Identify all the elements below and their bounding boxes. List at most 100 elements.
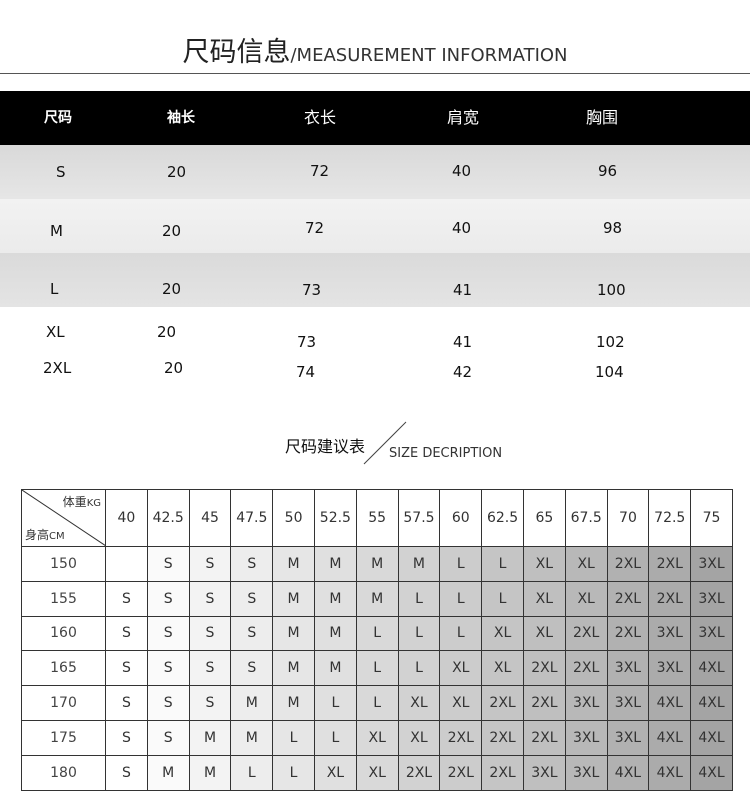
size-cell: 2XL bbox=[439, 719, 483, 756]
size-cell: L bbox=[355, 650, 399, 687]
size-cell: S bbox=[146, 615, 190, 652]
size-cell: S bbox=[105, 580, 148, 617]
subtitle-cn: 尺码建议表 bbox=[285, 437, 366, 456]
size-cell: XL bbox=[522, 615, 566, 652]
cell-length: 73 bbox=[297, 333, 317, 351]
header-shoulder: 肩宽 bbox=[447, 108, 480, 127]
cell-size: S bbox=[56, 163, 66, 181]
height-cell: 150 bbox=[21, 546, 106, 582]
weight-header-cell: 42.5 bbox=[146, 489, 190, 547]
cell-chest: 96 bbox=[598, 162, 618, 180]
height-cell: 170 bbox=[21, 685, 106, 721]
weight-label: 体重KG bbox=[62, 495, 101, 509]
size-cell: 2XL bbox=[564, 615, 608, 652]
weight-header-cell: 45 bbox=[188, 489, 232, 547]
table-row: 150 S S S M M M M L L XL XL 2XL 2XL 3XL bbox=[21, 546, 733, 582]
size-cell: S bbox=[188, 615, 232, 652]
cell-size: M bbox=[50, 222, 63, 240]
cell-sleeve: 20 bbox=[162, 280, 182, 298]
size-cell: M bbox=[355, 546, 399, 582]
table-row: 175 S S M M L L XL XL 2XL 2XL 2XL 3XL 3XL 4XL 4XL bbox=[21, 719, 733, 756]
size-cell: XL bbox=[522, 546, 566, 582]
size-cell: XL bbox=[397, 719, 441, 756]
size-cell: XL bbox=[481, 615, 524, 652]
size-cell: S bbox=[188, 546, 232, 582]
size-cell: S bbox=[146, 546, 190, 582]
header-chest: 胸围 bbox=[586, 108, 619, 127]
size-cell: 3XL bbox=[564, 754, 608, 791]
title-en: /MEASUREMENT INFORMATION bbox=[290, 45, 568, 66]
size-cell: 2XL bbox=[397, 754, 441, 791]
size-cell: L bbox=[397, 615, 441, 652]
size-cell: 2XL bbox=[522, 685, 566, 721]
cell-size: XL bbox=[46, 323, 65, 341]
height-label: 身高CM bbox=[25, 528, 65, 542]
size-cell: M bbox=[188, 719, 232, 756]
size-cell: L bbox=[355, 685, 399, 721]
table-row: 180 S M M L L XL XL 2XL 2XL 2XL 3XL 3XL 4XL 4XL 4XL bbox=[21, 754, 733, 791]
size-cell: 4XL bbox=[648, 754, 692, 791]
size-cell: M bbox=[313, 546, 357, 582]
size-cell: L bbox=[481, 546, 524, 582]
size-cell: L bbox=[481, 580, 524, 617]
size-cell: 3XL bbox=[690, 580, 733, 617]
size-cell: M bbox=[397, 546, 441, 582]
title-divider bbox=[0, 73, 750, 74]
weight-header-cell: 75 bbox=[690, 489, 733, 547]
size-suggestion-table: 体重KG 身高CM 40 42.5 45 47.5 50 52.5 55 57.5 60 62.5… bbox=[21, 489, 733, 791]
size-cell: 3XL bbox=[522, 754, 566, 791]
size-cell: S bbox=[188, 580, 232, 617]
cell-size: 2XL bbox=[43, 359, 72, 377]
corner-cell: 体重KG 身高CM bbox=[21, 489, 106, 547]
weight-header-cell: 40 bbox=[105, 489, 148, 547]
cell-chest: 102 bbox=[596, 333, 625, 351]
size-cell: L bbox=[439, 546, 483, 582]
measurement-row: XL 20 73 41 102 2XL 20 74 42 104 bbox=[0, 307, 750, 397]
size-cell: XL bbox=[439, 685, 483, 721]
size-cell: S bbox=[146, 685, 190, 721]
cell-sleeve: 20 bbox=[157, 323, 177, 341]
size-cell: 2XL bbox=[481, 685, 524, 721]
height-cell: 180 bbox=[21, 754, 106, 791]
size-cell: M bbox=[313, 580, 357, 617]
cell-shoulder: 40 bbox=[452, 219, 472, 237]
table-row: 155 S S S S M M M L L L XL XL 2XL 2XL 3XL bbox=[21, 580, 733, 617]
size-cell: M bbox=[272, 580, 315, 617]
weight-header-cell: 57.5 bbox=[397, 489, 441, 547]
size-cell: XL bbox=[564, 546, 608, 582]
size-cell: L bbox=[313, 719, 357, 756]
header-length: 衣长 bbox=[304, 108, 337, 127]
weight-header-cell: 50 bbox=[272, 489, 315, 547]
size-cell: 3XL bbox=[606, 685, 650, 721]
size-cell: L bbox=[397, 650, 441, 687]
size-cell: L bbox=[355, 615, 399, 652]
size-cell: L bbox=[272, 754, 315, 791]
size-cell: 3XL bbox=[564, 719, 608, 756]
weight-header-cell: 47.5 bbox=[230, 489, 274, 547]
size-cell: 4XL bbox=[648, 685, 692, 721]
weight-header-cell: 70 bbox=[606, 489, 650, 547]
size-cell: S bbox=[105, 615, 148, 652]
cell-size: L bbox=[50, 280, 59, 298]
weight-header-cell: 72.5 bbox=[648, 489, 692, 547]
size-cell: 3XL bbox=[564, 685, 608, 721]
size-cell: S bbox=[146, 650, 190, 687]
size-cell: 2XL bbox=[481, 719, 524, 756]
cell-shoulder: 42 bbox=[453, 363, 473, 381]
size-cell: 2XL bbox=[606, 580, 650, 617]
measurement-row: M 20 72 40 98 bbox=[0, 199, 750, 253]
weight-header-cell: 67.5 bbox=[564, 489, 608, 547]
size-cell: XL bbox=[564, 580, 608, 617]
cell-length: 72 bbox=[305, 219, 325, 237]
size-cell bbox=[105, 546, 148, 582]
size-cell: L bbox=[313, 685, 357, 721]
size-cell: 2XL bbox=[522, 650, 566, 687]
size-cell: 3XL bbox=[690, 615, 733, 652]
weight-header-cell: 60 bbox=[439, 489, 483, 547]
size-cell: S bbox=[230, 650, 274, 687]
size-cell: S bbox=[230, 615, 274, 652]
size-cell: 2XL bbox=[481, 754, 524, 791]
size-cell: M bbox=[313, 615, 357, 652]
size-cell: S bbox=[105, 650, 148, 687]
size-cell: L bbox=[272, 719, 315, 756]
